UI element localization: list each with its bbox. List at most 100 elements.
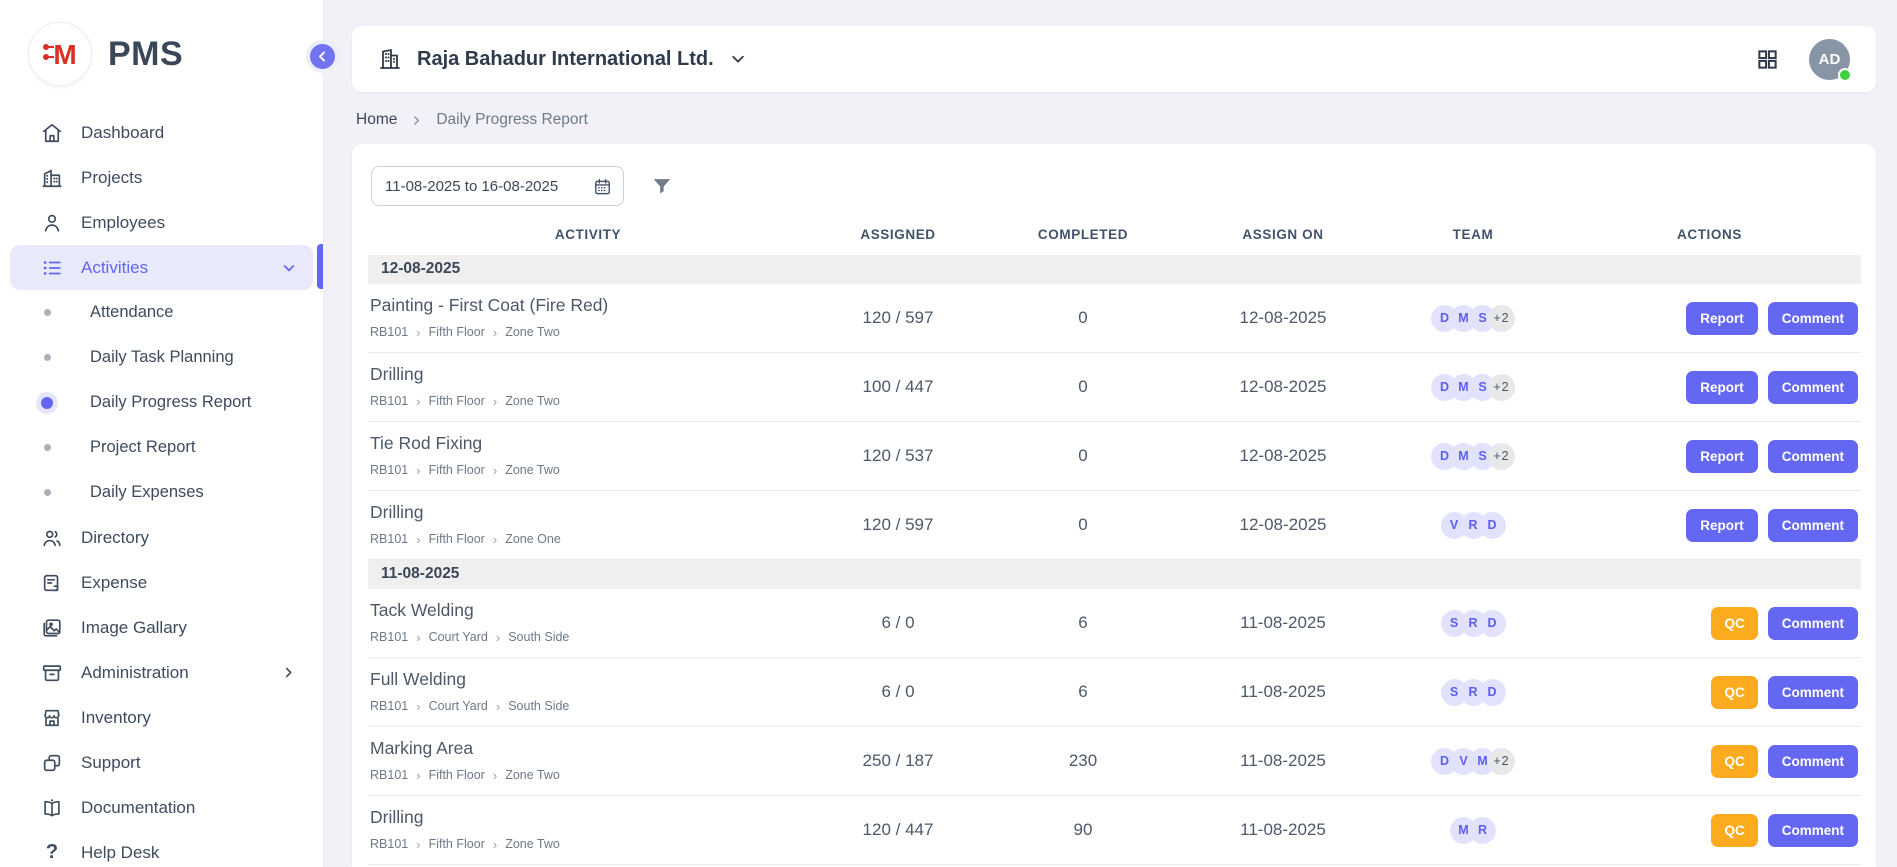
activity-title: Tie Rod Fixing	[370, 433, 800, 454]
comment-button[interactable]: Comment	[1768, 509, 1858, 542]
assign-on-value: 12-08-2025	[1178, 446, 1388, 466]
team-avatars: SRD	[1388, 679, 1558, 706]
sidebar-item-label: Documentation	[81, 798, 195, 818]
assigned-value: 6 / 0	[808, 682, 988, 702]
bullet-icon	[41, 397, 53, 409]
sidebar-item-employees[interactable]: Employees	[10, 200, 313, 245]
table-row: Painting - First Coat (Fire Red) RB101›F…	[368, 284, 1861, 353]
team-member-avatar[interactable]: D	[1479, 610, 1506, 637]
comment-button[interactable]: Comment	[1768, 371, 1858, 404]
report-button[interactable]: Report	[1686, 302, 1758, 335]
sidebar-collapse-button[interactable]	[306, 40, 339, 73]
sidebar-subitem-daily-expenses[interactable]: Daily Expenses	[0, 470, 323, 515]
path-part: RB101	[370, 837, 408, 851]
sidebar-subitem-attendance[interactable]: Attendance	[0, 290, 323, 335]
date-group-header: 12-08-2025	[368, 255, 1861, 284]
qc-button[interactable]: QC	[1711, 745, 1757, 778]
bullet-icon	[44, 489, 51, 496]
row-actions: QC Comment	[1558, 814, 1861, 847]
assigned-value: 120 / 447	[808, 820, 988, 840]
sidebar-item-administration[interactable]: Administration	[10, 650, 313, 695]
path-part: Fifth Floor	[429, 394, 485, 408]
top-header: Raja Bahadur International Ltd. AD	[352, 26, 1876, 92]
activity-path: RB101›Court Yard›South Side	[370, 630, 800, 645]
sidebar-item-documentation[interactable]: Documentation	[10, 785, 313, 830]
sidebar-nav: Dashboard Projects Employees Activities	[0, 102, 323, 867]
sidebar-item-label: Projects	[81, 168, 142, 188]
team-member-avatar[interactable]: D	[1479, 512, 1506, 539]
report-button[interactable]: Report	[1686, 371, 1758, 404]
assign-on-value: 12-08-2025	[1178, 377, 1388, 397]
sidebar-item-label: Expense	[81, 573, 147, 593]
team-extra-count[interactable]: +2	[1488, 374, 1515, 401]
breadcrumb-home-link[interactable]: Home	[356, 111, 397, 129]
row-actions: QC Comment	[1558, 745, 1861, 778]
path-part: RB101	[370, 768, 408, 782]
assigned-value: 120 / 597	[808, 515, 988, 535]
calendar-icon	[593, 177, 612, 196]
path-separator-icon: ›	[416, 463, 420, 478]
breadcrumb: Home Daily Progress Report	[356, 111, 1876, 129]
sidebar-item-help-desk[interactable]: ? Help Desk	[10, 830, 313, 867]
list-icon	[40, 256, 64, 280]
chevron-left-icon	[315, 49, 330, 64]
people-icon	[40, 526, 64, 550]
table-header: ACTIVITY ASSIGNED COMPLETED ASSIGN ON TE…	[368, 227, 1861, 255]
team-extra-count[interactable]: +2	[1488, 443, 1515, 470]
comment-button[interactable]: Comment	[1768, 607, 1858, 640]
table-body: 12-08-2025 Painting - First Coat (Fire R…	[368, 255, 1861, 865]
assign-on-value: 11-08-2025	[1178, 820, 1388, 840]
path-separator-icon: ›	[416, 325, 420, 340]
date-range-input[interactable]: 11-08-2025 to 16-08-2025	[371, 166, 624, 206]
chevron-right-icon	[281, 665, 297, 681]
sidebar-subitem-daily-progress-report[interactable]: Daily Progress Report	[0, 380, 323, 425]
comment-button[interactable]: Comment	[1768, 814, 1858, 847]
sidebar: M PMS Dashboard Projects Employees	[0, 0, 324, 867]
qc-button[interactable]: QC	[1711, 676, 1757, 709]
sidebar-item-support[interactable]: Support	[10, 740, 313, 785]
assigned-value: 6 / 0	[808, 613, 988, 633]
team-member-avatar[interactable]: D	[1479, 679, 1506, 706]
comment-button[interactable]: Comment	[1768, 302, 1858, 335]
path-separator-icon: ›	[496, 699, 500, 714]
table-row: Tack Welding RB101›Court Yard›South Side…	[368, 589, 1861, 658]
breadcrumb-current: Daily Progress Report	[436, 111, 588, 129]
sidebar-item-label: Administration	[81, 663, 189, 683]
path-part: Zone Two	[505, 837, 560, 851]
activity-cell: Marking Area RB101›Fifth Floor›Zone Two	[368, 728, 808, 795]
team-extra-count[interactable]: +2	[1488, 748, 1515, 775]
qc-button[interactable]: QC	[1711, 814, 1757, 847]
comment-button[interactable]: Comment	[1768, 676, 1858, 709]
filter-funnel-icon[interactable]	[651, 175, 673, 197]
sidebar-item-label: Activities	[81, 258, 148, 278]
qc-button[interactable]: QC	[1711, 607, 1757, 640]
comment-button[interactable]: Comment	[1768, 440, 1858, 473]
path-part: Zone Two	[505, 463, 560, 477]
sidebar-item-directory[interactable]: Directory	[10, 515, 313, 560]
user-avatar[interactable]: AD	[1809, 39, 1850, 80]
activity-title: Tack Welding	[370, 600, 800, 621]
apps-grid-icon[interactable]	[1756, 48, 1779, 71]
sidebar-item-dashboard[interactable]: Dashboard	[10, 110, 313, 155]
sidebar-item-inventory[interactable]: Inventory	[10, 695, 313, 740]
assign-on-value: 12-08-2025	[1178, 515, 1388, 535]
report-button[interactable]: Report	[1686, 440, 1758, 473]
column-header-completed: COMPLETED	[988, 227, 1178, 242]
team-member-avatar[interactable]: R	[1469, 817, 1496, 844]
sidebar-subitem-project-report[interactable]: Project Report	[0, 425, 323, 470]
sidebar-subitem-daily-task-planning[interactable]: Daily Task Planning	[0, 335, 323, 380]
sidebar-item-expense[interactable]: Expense	[10, 560, 313, 605]
comment-button[interactable]: Comment	[1768, 745, 1858, 778]
activity-path: RB101›Fifth Floor›Zone Two	[370, 463, 800, 478]
table-row: Drilling RB101›Fifth Floor›Zone Two 120 …	[368, 796, 1861, 865]
team-extra-count[interactable]: +2	[1488, 305, 1515, 332]
report-button[interactable]: Report	[1686, 509, 1758, 542]
date-group-header: 11-08-2025	[368, 560, 1861, 589]
sidebar-item-projects[interactable]: Projects	[10, 155, 313, 200]
path-part: South Side	[508, 699, 569, 713]
company-selector[interactable]: Raja Bahadur International Ltd.	[378, 47, 747, 71]
column-header-assigned: ASSIGNED	[808, 227, 988, 242]
sidebar-item-activities[interactable]: Activities	[10, 245, 313, 290]
row-actions: Report Comment	[1558, 371, 1861, 404]
sidebar-item-image-gallary[interactable]: Image Gallary	[10, 605, 313, 650]
